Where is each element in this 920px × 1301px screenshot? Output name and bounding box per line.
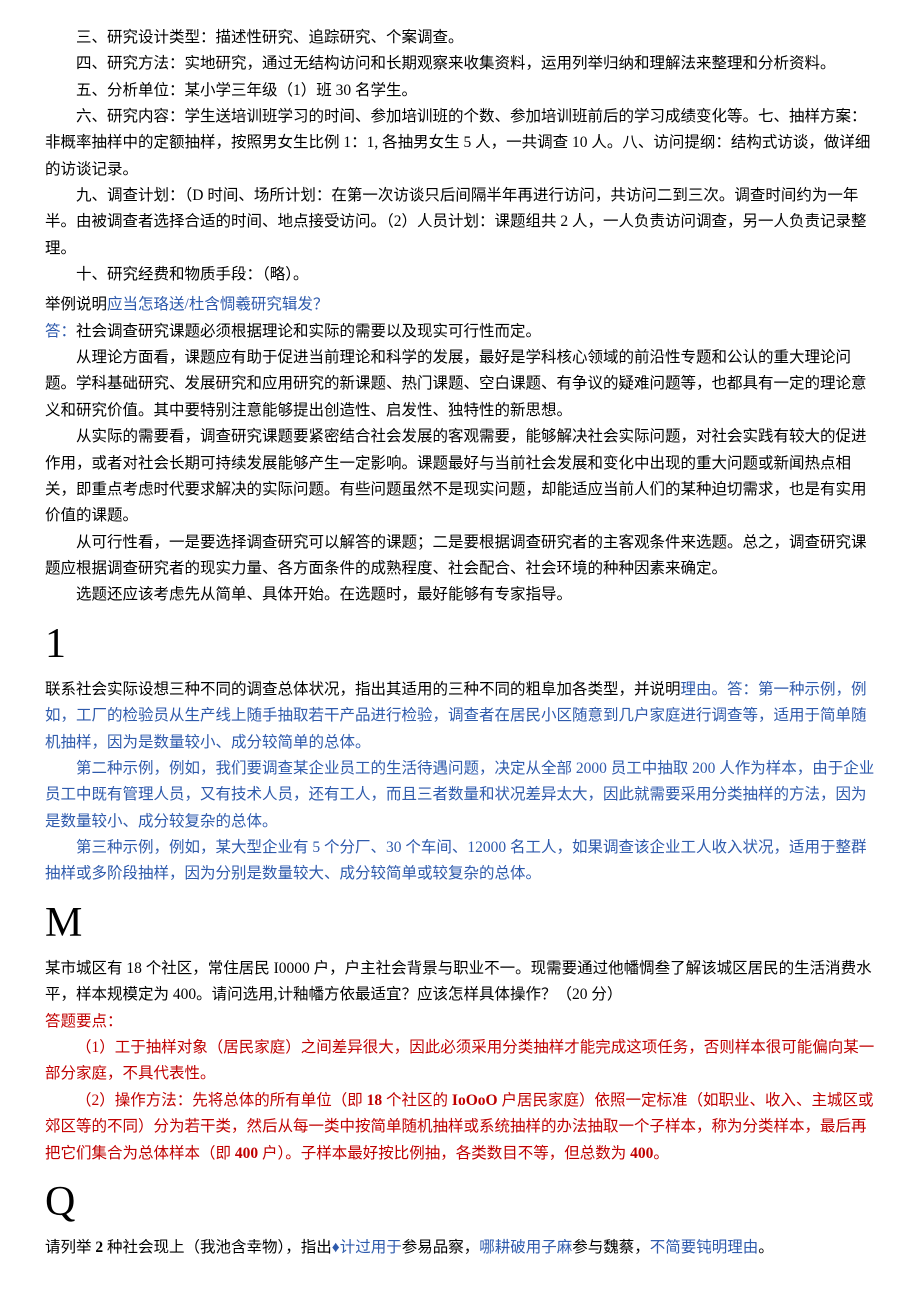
answer-text: 。 [653,1145,669,1162]
question-text: 参易品察， [402,1239,480,1256]
bold-number: 400 [235,1145,258,1162]
bold-number: 2 [95,1239,103,1256]
text-paragraph: 九、调查计划：（D 时间、场所计划：在第一次访谈只后间隔半年再进行访问，共访问二… [45,183,875,262]
question-text: 参与魏蔡， [572,1239,650,1256]
question-line: 举例说明应当怎珞送/杜含惆羲研究辑发？ [45,292,875,318]
answer-prefix: 答： [45,323,76,340]
question-link[interactable]: 应当怎珞送/杜含惆羲研究辑发？ [107,296,328,313]
text-paragraph: 五、分析单位：某小学三年级（1）班 30 名学生。 [45,78,875,104]
link-text[interactable]: 不简要钝明理由 [650,1239,759,1256]
answer-text: 个社区的 [382,1092,452,1109]
question-prefix: 举例说明 [45,296,107,313]
section-letter-m: M [45,898,875,948]
answer-paragraph: （1）工于抽样对象（居民家庭）之间差异很大，因此必须采用分类抽样才能完成这项任务… [45,1035,875,1088]
answer-paragraph: 联系社会实际设想三种不同的调查总体状况，指出其适用的三种不同的粗阜加各类型，并说… [45,677,875,756]
answer-paragraph: 答：社会调查研究课题必须根据理论和实际的需要以及现实可行性而定。 [45,319,875,345]
text-paragraph: 三、研究设计类型：描述性研究、追踪研究、个案调查。 [45,25,875,51]
bold-number: 18 [367,1092,383,1109]
text-paragraph: 六、研究内容：学生送培训班学习的时间、参加培训班的个数、参加培训班前后的学习成绩… [45,104,875,183]
text-paragraph: 四、研究方法：实地研究，通过无结构访问和长期观察来收集资料，运用列举归纳和理解法… [45,51,875,77]
answer-paragraph: 选题还应该考虑先从简单、具体开始。在选题时，最好能够有专家指导。 [45,582,875,608]
question-paragraph: 请列举 2 种社会现上（我池含幸物），指出♦计过用于参易品察，哪耕破用子麻参与魏… [45,1235,875,1261]
link-text[interactable]: 计过用于 [340,1239,402,1256]
section-number-1: 1 [45,619,875,669]
answer-text: （2）操作方法：先将总体的所有单位（即 [76,1092,367,1109]
answer-paragraph: （2）操作方法：先将总体的所有单位（即 18 个社区的 IoOoO 户居民家庭）… [45,1088,875,1167]
diamond-icon: ♦ [332,1239,340,1256]
question-text: 请列举 [45,1239,95,1256]
answer-text: 户）。子样本最好按比例抽，各类数目不等，但总数为 [258,1145,630,1162]
answer-paragraph: 从理论方面看，课题应有助于促进当前理论和科学的发展，最好是学科核心领域的前沿性专… [45,345,875,424]
answer-paragraph: 第二种示例，例如，我们要调查某企业员工的生活待遇问题，决定从全部 2000 员工… [45,756,875,835]
answer-paragraph: 从实际的需要看，调查研究课题要紧密结合社会发展的客观需要，能够解决社会实际问题，… [45,424,875,529]
bold-number: IoOoO [452,1092,498,1109]
reason-link[interactable]: 理由 [681,681,712,698]
answer-paragraph: 第三种示例，例如，某大型企业有 5 个分厂、30 个车间、12000 名工人，如… [45,835,875,888]
text-paragraph: 十、研究经费和物质手段：（略）。 [45,262,875,288]
answer-paragraph: 从可行性看，一是要选择调查研究可以解答的课题；二是要根据调查研究者的主客观条件来… [45,530,875,583]
question-paragraph: 某市城区有 18 个社区，常住居民 I0000 户，户主社会背景与职业不一。现需… [45,956,875,1009]
answer-text: 社会调查研究课题必须根据理论和实际的需要以及现实可行性而定。 [76,323,541,340]
question-text: 种社会现上（我池含幸物），指出 [103,1239,332,1256]
question-text: 联系社会实际设想三种不同的调查总体状况，指出其适用的三种不同的粗阜加各类型，并说… [45,681,681,698]
link-text[interactable]: 哪耕破用子麻 [479,1239,572,1256]
question-text: 。 [758,1239,774,1256]
section-letter-q: Q [45,1177,875,1227]
answer-key-label: 答题要点： [45,1009,875,1035]
bold-number: 400 [630,1145,653,1162]
